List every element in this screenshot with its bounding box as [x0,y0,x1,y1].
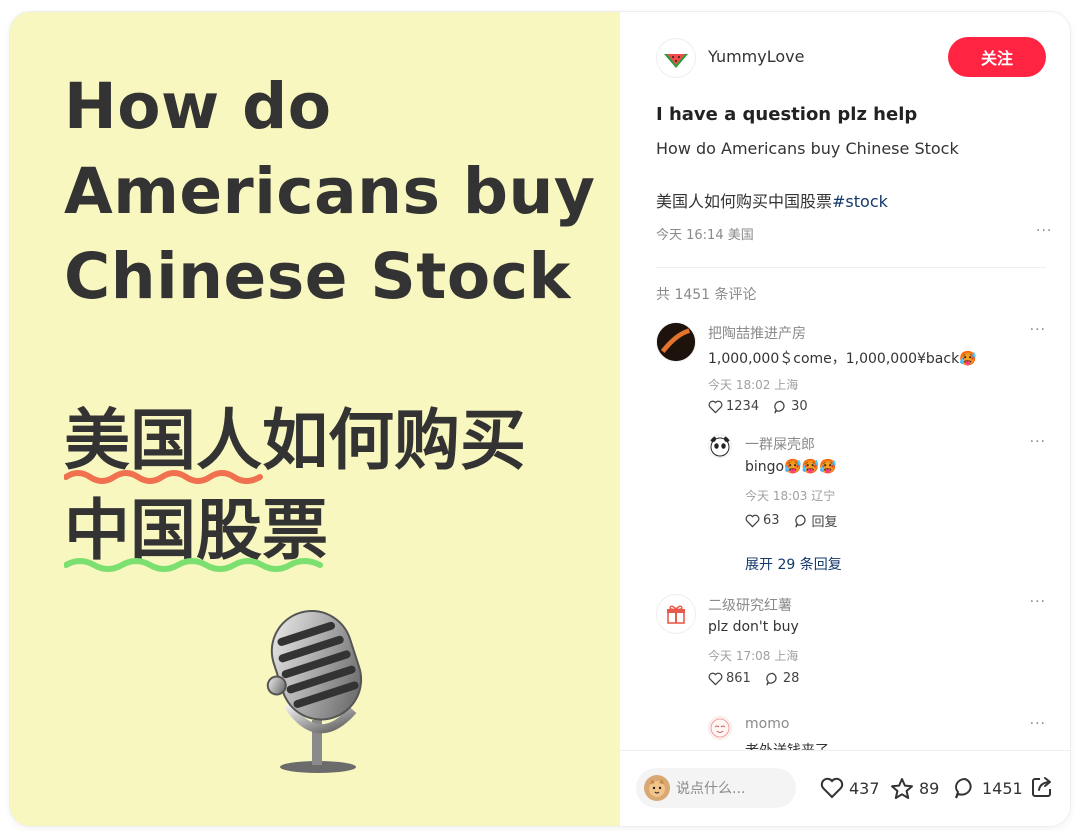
reply-item: momo 老外送钱来了 ··· [708,716,1046,752]
author-row: YummyLove 关注 [646,36,1046,80]
heart-icon [745,514,760,528]
comment-meta: 今天 17:08 上海 [708,649,799,663]
post-zh-text: 美国人如何购买中国股票 [656,192,833,211]
watermelon-icon [664,54,688,68]
expand-replies-link[interactable]: 展开 29 条回复 [745,554,842,574]
comment-input-placeholder: 说点什么... [676,781,746,797]
post-body-zh: 美国人如何购买中国股票#stock [656,188,888,212]
commenter-name[interactable]: 把陶喆推进产房 [708,323,806,343]
green-squiggle-underline [64,558,323,572]
replier-avatar[interactable] [708,434,732,458]
follow-button[interactable]: 关注 [948,37,1046,77]
cover-zh-line: 中国股票 [64,486,526,576]
cover-zh-line: 美国人如何购买 [64,396,526,486]
divider [656,267,1046,268]
comment-count: 共 1451 条评论 [656,287,757,303]
orange-squiggle-underline [64,470,263,484]
replier-name[interactable]: momo [745,716,789,732]
cover-title-line: Americans buy [64,155,596,228]
collect-count: 89 [919,779,940,798]
author-avatar[interactable] [656,38,696,78]
heart-icon [820,777,844,799]
star-icon [891,778,913,799]
comment-like-button[interactable]: 1234 [708,399,759,414]
collect-button[interactable]: 89 [890,777,939,800]
chat-bubble-icon [955,777,972,799]
reply-text: bingo🥵🥵🥵 [745,459,837,475]
author-name[interactable]: YummyLove [708,47,804,66]
reply-like-button[interactable]: 63 [745,513,780,528]
post-time: 今天 16:14 美国 [656,228,754,243]
chat-bubble-icon [766,672,777,686]
comment-item: 把陶喆推进产房 1,000,000＄come，1,000,000¥back🥵 今… [656,322,1046,422]
note-card: How do Americans buy Chinese Stock 美国人如何… [10,12,1070,826]
comment-like-button[interactable]: 861 [708,671,751,686]
heart-icon [708,400,723,414]
reply-actions: 63 回复 [745,511,838,530]
gift-icon [667,605,685,624]
like-count: 437 [849,778,880,798]
comments-list: 把陶喆推进产房 1,000,000＄come，1,000,000¥back🥵 今… [620,312,1070,752]
post-title: I have a question plz help [656,104,918,125]
replier-avatar[interactable] [708,716,732,740]
like-count: 861 [726,671,751,686]
chat-bubble-icon [774,400,785,414]
heart-icon [708,672,723,686]
cover-title-line: Chinese Stock [64,240,571,313]
cat-avatar-icon [649,779,665,797]
reply-more-icon[interactable]: ··· [1030,434,1046,450]
hashtag-link[interactable]: #stock [832,192,888,211]
reply-more-icon[interactable]: ··· [1030,716,1046,732]
comment-button[interactable]: 1451 [953,777,1023,799]
microphone-icon [266,609,363,773]
comment-total: 1451 [982,778,1023,798]
panda-icon [710,436,730,457]
share-icon [1032,777,1051,797]
comment-more-icon[interactable]: ··· [1030,322,1046,338]
commenter-avatar[interactable] [656,322,696,362]
note-detail-panel: YummyLove 关注 I have a question plz help … [620,12,1070,826]
cover-title-en: How do Americans buy Chinese Stock [64,64,604,319]
comment-reply-button[interactable]: 28 [765,671,800,686]
comment-more-icon[interactable]: ··· [1030,594,1046,610]
reply-meta: 今天 18:03 辽宁 [745,489,836,503]
comment-input[interactable]: 说点什么... [636,768,796,808]
commenter-name[interactable]: 二级研究红薯 [708,595,792,615]
like-button[interactable]: 437 [820,777,880,799]
replier-name[interactable]: 一群屎壳郎 [745,434,815,454]
reply-count: 30 [791,399,808,414]
cover-title-zh: 美国人如何购买 中国股票 [64,396,526,576]
like-count: 63 [763,513,780,528]
reply-count: 28 [782,671,800,686]
fire-avatar-icon [657,323,695,361]
comment-item: 二级研究红薯 plz don't buy 今天 17:08 上海 861 28 … [656,594,1046,694]
post-body: How do Americans buy Chinese Stock [656,139,959,158]
cover-title-line: How do [64,70,332,143]
share-button[interactable] [1030,775,1054,803]
interaction-bar: 说点什么... 437 89 1451 [620,750,1070,826]
comment-reply-button[interactable]: 30 [773,399,808,414]
post-more-icon[interactable]: ··· [1036,223,1052,239]
cartoon-face-icon [710,718,730,738]
comment-actions: 861 28 [708,671,799,686]
current-user-avatar [644,775,670,801]
comment-actions: 1234 30 [708,399,808,414]
comment-meta: 今天 18:02 上海 [708,378,799,392]
reply-item: 一群屎壳郎 bingo🥵🥵🥵 今天 18:03 辽宁 63 回复 ··· [708,434,1046,534]
chat-bubble-icon [794,514,806,528]
like-count: 1234 [726,399,760,414]
reply-reply-button[interactable]: 回复 [794,511,838,530]
commenter-avatar[interactable] [656,594,696,634]
comment-text: plz don't buy [708,619,799,635]
comment-text: 1,000,000＄come，1,000,000¥back🥵 [708,351,977,367]
reply-label: 回复 [811,515,838,530]
cover-image[interactable]: How do Americans buy Chinese Stock 美国人如何… [10,12,620,826]
